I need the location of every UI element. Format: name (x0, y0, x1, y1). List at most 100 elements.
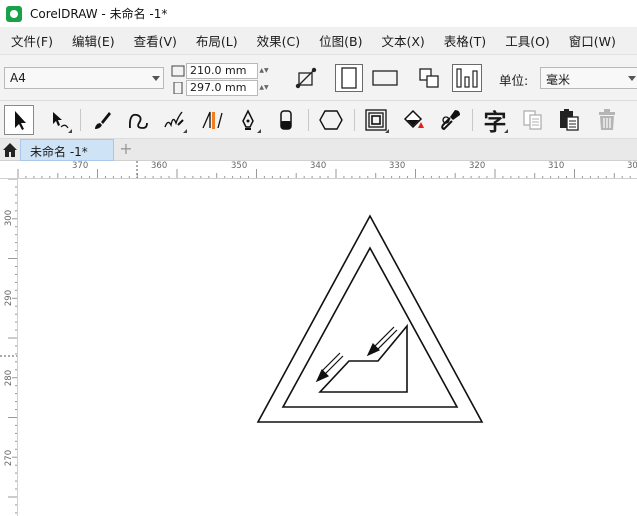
ruler-label: 340 (310, 161, 327, 171)
unit-label: 单位: (499, 73, 529, 88)
eraser-icon (280, 110, 292, 130)
polygon-tool-button[interactable] (316, 105, 346, 135)
menu-window[interactable]: 窗口(W) (569, 31, 616, 50)
menu-bitmaps[interactable]: 位图(B) (319, 31, 362, 50)
ruler-label: 330 (389, 161, 406, 171)
brush-icon (95, 112, 111, 129)
freehand-curve-icon (128, 113, 148, 129)
flyout-indicator-icon (504, 129, 508, 133)
artwork (256, 214, 484, 423)
page-size-value: A4 (10, 71, 26, 85)
down-arrow-lower[interactable] (315, 352, 344, 383)
ruler-label: 280 (4, 369, 15, 387)
toolbox-separator (80, 109, 81, 131)
copy-icon (523, 110, 542, 130)
units-value: 毫米 (546, 73, 571, 87)
page-height-icon (173, 82, 183, 94)
artistic-media-tool-button[interactable] (87, 105, 117, 135)
ruler-label: 310 (548, 161, 565, 171)
menu-edit[interactable]: 编辑(E) (72, 31, 115, 50)
polygon-icon (319, 110, 343, 130)
pick-arrow-icon (15, 111, 26, 130)
document-tab-bar: 未命名 -1* + (0, 139, 637, 161)
menu-text[interactable]: 文本(X) (381, 31, 424, 50)
all-pages-button[interactable] (415, 64, 443, 92)
ruler-label: 30 (627, 161, 637, 171)
toolbox-separator (472, 109, 473, 131)
scale-page-button[interactable] (292, 64, 320, 92)
pen-tool-button[interactable] (233, 105, 263, 135)
ruler-label: 350 (231, 161, 248, 171)
scale-page-icon (295, 67, 317, 89)
landscape-button[interactable] (371, 64, 399, 92)
menu-tools[interactable]: 工具(O) (505, 31, 550, 50)
menu-view[interactable]: 查看(V) (134, 31, 177, 50)
welcome-home-button[interactable] (0, 139, 20, 161)
flyout-indicator-icon (257, 129, 261, 133)
paste-button[interactable] (554, 105, 584, 135)
width-spin-button[interactable]: ▲▼ (259, 63, 269, 79)
ruler-label: 290 (4, 289, 15, 307)
ruler-label: 360 (151, 161, 168, 171)
toolbox-separator (308, 109, 309, 131)
copy-button[interactable] (518, 105, 548, 135)
interactive-fill-tool-button[interactable] (399, 105, 429, 135)
eyedropper-tool-button[interactable] (435, 105, 465, 135)
smart-drawing-tool-button[interactable] (159, 105, 189, 135)
vertical-ruler[interactable]: 300 290 280 270 (0, 179, 18, 516)
flyout-indicator-icon (68, 129, 72, 133)
chevron-down-icon (628, 76, 636, 81)
fill-bucket-icon (403, 109, 424, 129)
menu-file[interactable]: 文件(F) (11, 31, 53, 50)
property-bar: A4 210.0 mm ▲▼ 297.0 mm ▲▼ 单位: 毫米 (0, 55, 637, 101)
dimension-tool-button[interactable] (197, 105, 227, 135)
current-page-icon (456, 68, 478, 88)
page-height-input[interactable]: 297.0 mm (186, 80, 258, 96)
menu-layout[interactable]: 布局(L) (196, 31, 238, 50)
height-spin-button[interactable]: ▲▼ (259, 80, 269, 96)
menu-bar: 文件(F) 编辑(E) 查看(V) 布局(L) 效果(C) 位图(B) 文本(X… (0, 27, 637, 55)
flyout-indicator-icon (385, 129, 389, 133)
ruler-label: 270 (4, 449, 15, 467)
flyout-indicator-icon (183, 129, 187, 133)
portrait-button[interactable] (335, 64, 363, 92)
toolbox-separator (354, 109, 355, 131)
portrait-icon (341, 67, 357, 89)
home-icon (3, 143, 17, 157)
tab-document[interactable]: 未命名 -1* (20, 139, 114, 161)
title-bar: CorelDRAW - 未命名 -1* (0, 0, 637, 27)
pen-nib-icon (242, 109, 254, 130)
ruler-label: 300 (4, 209, 15, 227)
new-document-tab-button[interactable]: + (117, 141, 135, 159)
ruler-label: 320 (469, 161, 486, 171)
landscape-icon (372, 70, 398, 86)
shape-tool-button[interactable] (44, 105, 74, 135)
delete-button[interactable] (592, 105, 622, 135)
down-arrow-upper[interactable] (366, 326, 398, 357)
menu-effects[interactable]: 效果(C) (257, 31, 300, 50)
menu-table[interactable]: 表格(T) (444, 31, 486, 50)
current-page-button[interactable] (452, 64, 482, 92)
drawing-canvas[interactable] (18, 179, 637, 516)
toolbox: 字 (0, 101, 637, 139)
paste-clipboard-icon (560, 109, 579, 131)
plus-icon: + (119, 139, 133, 158)
page-size-select[interactable]: A4 (4, 67, 164, 89)
ruler-label: 370 (72, 161, 89, 171)
pick-tool-button[interactable] (4, 105, 34, 135)
all-pages-icon (419, 68, 439, 88)
dimension-icon (202, 111, 223, 129)
eraser-tool-button[interactable] (271, 105, 301, 135)
tab-document-label: 未命名 -1* (30, 145, 88, 159)
freehand-tool-button[interactable] (123, 105, 153, 135)
units-select[interactable]: 毫米 (540, 67, 637, 89)
horizontal-ruler[interactable]: 370 360 350 340 330 320 310 30 (0, 161, 637, 179)
contour-tool-button[interactable] (361, 105, 391, 135)
text-tool-button[interactable]: 字 (480, 105, 510, 136)
eyedropper-icon (441, 110, 460, 131)
trash-icon (599, 109, 615, 130)
page-width-icon (171, 65, 185, 77)
slope-shape[interactable] (318, 323, 408, 393)
chevron-down-icon (152, 76, 160, 81)
page-width-input[interactable]: 210.0 mm (186, 63, 258, 79)
